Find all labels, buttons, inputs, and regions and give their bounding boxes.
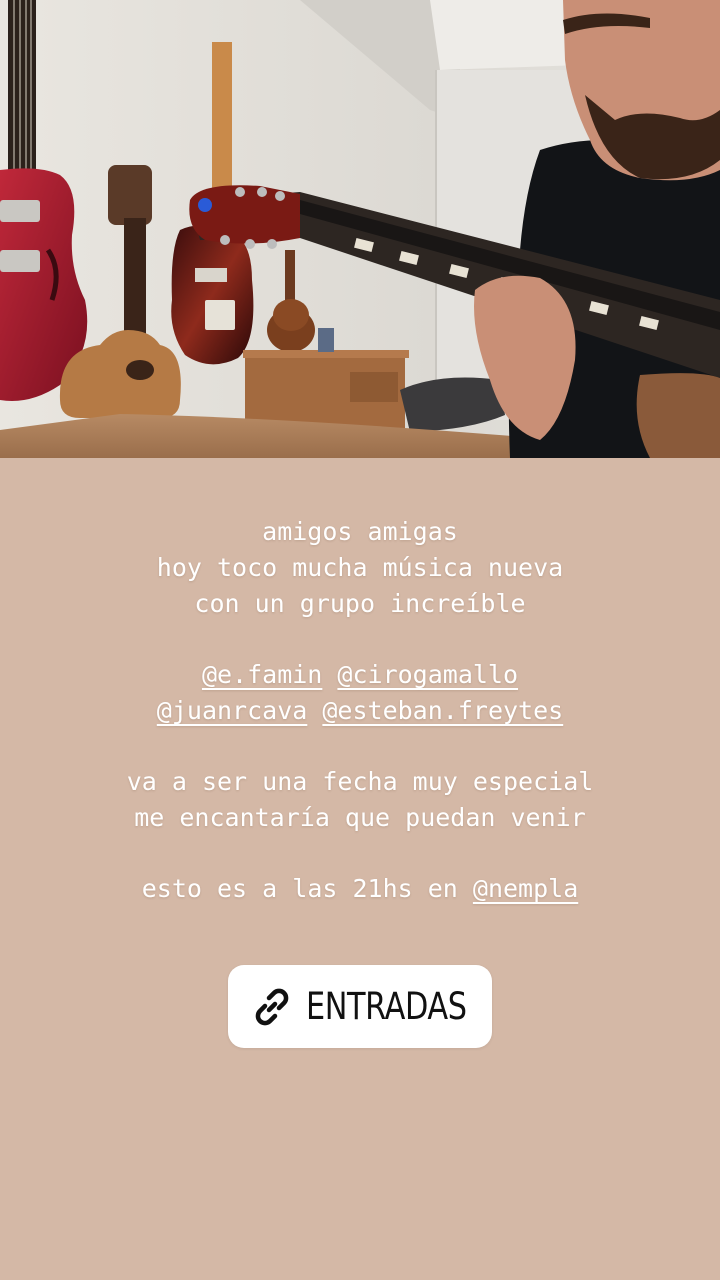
caption-line: hoy toco mucha música nueva bbox=[156, 553, 564, 582]
mention-link[interactable]: @juanrcava bbox=[157, 696, 308, 725]
caption-line: esto es a las 21hs en @nempla bbox=[0, 871, 720, 907]
link-sticker-label: ENTRADAS bbox=[306, 985, 467, 1028]
mentions-line: @juanrcava @esteban.freytes bbox=[0, 693, 720, 729]
mention-link[interactable]: @nempla bbox=[473, 874, 578, 903]
caption-line: me encantaría que puedan venir bbox=[134, 803, 586, 832]
caption-line: con un grupo increíble bbox=[194, 589, 526, 618]
mentions-line: @e.famin @cirogamallo bbox=[0, 657, 720, 693]
story-caption: amigos amigas hoy toco mucha música nuev… bbox=[0, 514, 720, 907]
link-icon bbox=[255, 988, 289, 1025]
caption-text: esto es a las 21hs en bbox=[141, 874, 473, 903]
story-photo bbox=[0, 0, 720, 458]
mention-link[interactable]: @cirogamallo bbox=[337, 660, 518, 689]
link-sticker-button[interactable]: ENTRADAS bbox=[228, 965, 492, 1048]
mention-link[interactable]: @esteban.freytes bbox=[322, 696, 563, 725]
mention-link[interactable]: @e.famin bbox=[202, 660, 322, 689]
caption-line: amigos amigas bbox=[262, 517, 458, 546]
caption-line: va a ser una fecha muy especial bbox=[126, 767, 594, 796]
